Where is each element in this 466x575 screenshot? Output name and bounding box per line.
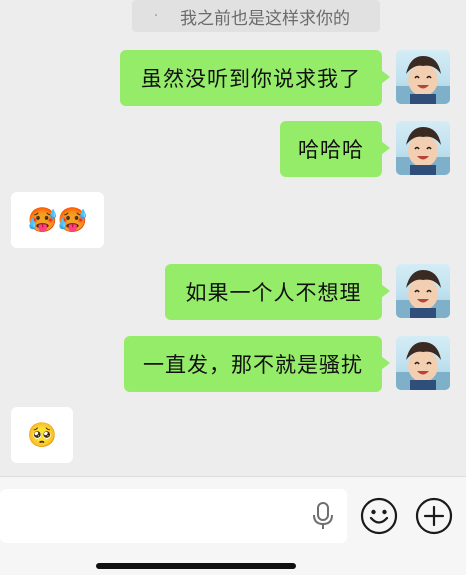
avatar[interactable] [396, 50, 450, 104]
quoted-message-text: 我之前也是这样求你的 [180, 8, 350, 29]
microphone-icon[interactable] [310, 501, 336, 531]
avatar-illustration [396, 56, 450, 104]
emoji-face-icon[interactable] [360, 497, 398, 535]
message-bubble-incoming[interactable]: 🥺 [11, 407, 73, 463]
message-bubble-incoming[interactable]: 🥵🥵 [11, 192, 104, 248]
hot-face-emoji: 🥵🥵 [27, 206, 88, 234]
chat-screen: · 我之前也是这样求你的 虽然没听到你说求我了 哈哈哈 🥵🥵 如果一个人不想理 … [0, 0, 466, 575]
pleading-face-emoji: 🥺 [27, 421, 57, 449]
message-text: 如果一个人不想理 [185, 281, 362, 305]
message-bubble-outgoing[interactable]: 哈哈哈 [280, 121, 390, 177]
quote-marker: · [153, 8, 159, 24]
plus-icon[interactable] [415, 497, 453, 535]
message-text: 虽然没听到你说求我了 [141, 67, 361, 91]
avatar-illustration [396, 342, 450, 390]
message-bubble-outgoing[interactable]: 一直发，那不就是骚扰 [124, 336, 390, 392]
message-bubble-outgoing[interactable]: 虽然没听到你说求我了 [120, 50, 390, 106]
input-bar [0, 476, 466, 575]
home-indicator[interactable] [96, 563, 296, 569]
avatar[interactable] [396, 336, 450, 390]
avatar[interactable] [396, 264, 450, 318]
message-text: 一直发，那不就是骚扰 [143, 353, 363, 377]
message-text: 哈哈哈 [298, 138, 364, 162]
quoted-message[interactable]: · 我之前也是这样求你的 [132, 0, 380, 32]
avatar[interactable] [396, 121, 450, 175]
message-bubble-outgoing[interactable]: 如果一个人不想理 [165, 264, 390, 320]
avatar-illustration [396, 127, 450, 175]
message-input[interactable] [0, 489, 347, 543]
avatar-illustration [396, 270, 450, 318]
